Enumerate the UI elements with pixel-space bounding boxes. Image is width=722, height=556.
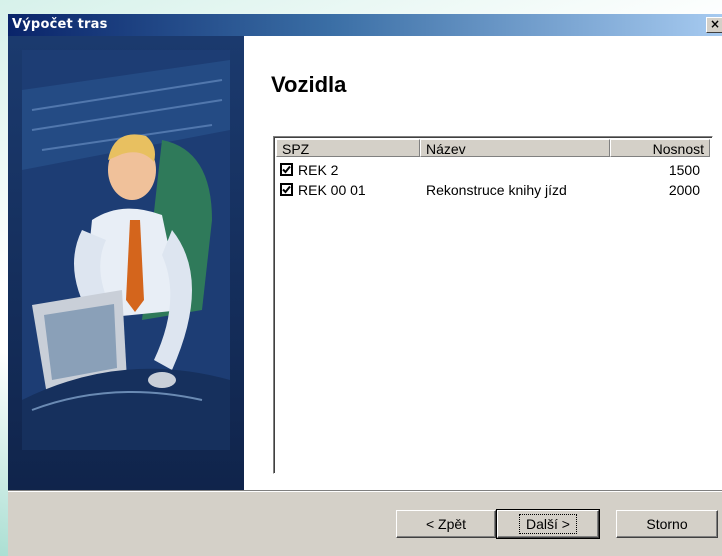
title-bar[interactable]: Výpočet tras × — [8, 14, 722, 36]
cell-nosnost: 2000 — [668, 182, 700, 198]
next-button-label: Další > — [519, 514, 577, 534]
button-bar: < Zpět Další > Storno — [8, 490, 722, 556]
list-item[interactable]: REK 00 01 Rekonstruce knihy jízd 2000 — [280, 181, 704, 201]
page-title: Vozidla — [271, 72, 347, 97]
cell-spz: REK 00 01 — [298, 182, 366, 198]
side-illustration-panel — [8, 36, 244, 490]
wizard-dialog: Výpočet tras × Vozidla SPZ Název Nosnost… — [8, 14, 722, 556]
column-header-nosnost[interactable]: Nosnost — [610, 139, 710, 157]
cell-nazev: Rekonstruce knihy jízd — [426, 182, 567, 198]
list-header: SPZ Název Nosnost — [276, 139, 710, 159]
vehicles-list[interactable]: SPZ Název Nosnost REK 2 1500 REK 00 01 R… — [273, 136, 713, 474]
cell-spz: REK 2 — [298, 162, 339, 178]
cancel-button[interactable]: Storno — [616, 510, 718, 538]
man-at-computer-illustration — [22, 50, 230, 450]
list-item[interactable]: REK 2 1500 — [280, 161, 704, 181]
cell-nosnost: 1500 — [668, 162, 700, 178]
column-header-spz[interactable]: SPZ — [276, 139, 420, 157]
back-button[interactable]: < Zpět — [396, 510, 496, 538]
wizard-content: Vozidla SPZ Název Nosnost REK 2 1500 REK… — [8, 36, 722, 490]
window-title: Výpočet tras — [12, 17, 108, 32]
checkbox-checked-icon[interactable] — [280, 163, 293, 176]
next-button[interactable]: Další > — [496, 509, 600, 539]
checkbox-checked-icon[interactable] — [280, 183, 293, 196]
close-icon[interactable]: × — [706, 17, 722, 33]
column-header-nazev[interactable]: Název — [420, 139, 610, 157]
